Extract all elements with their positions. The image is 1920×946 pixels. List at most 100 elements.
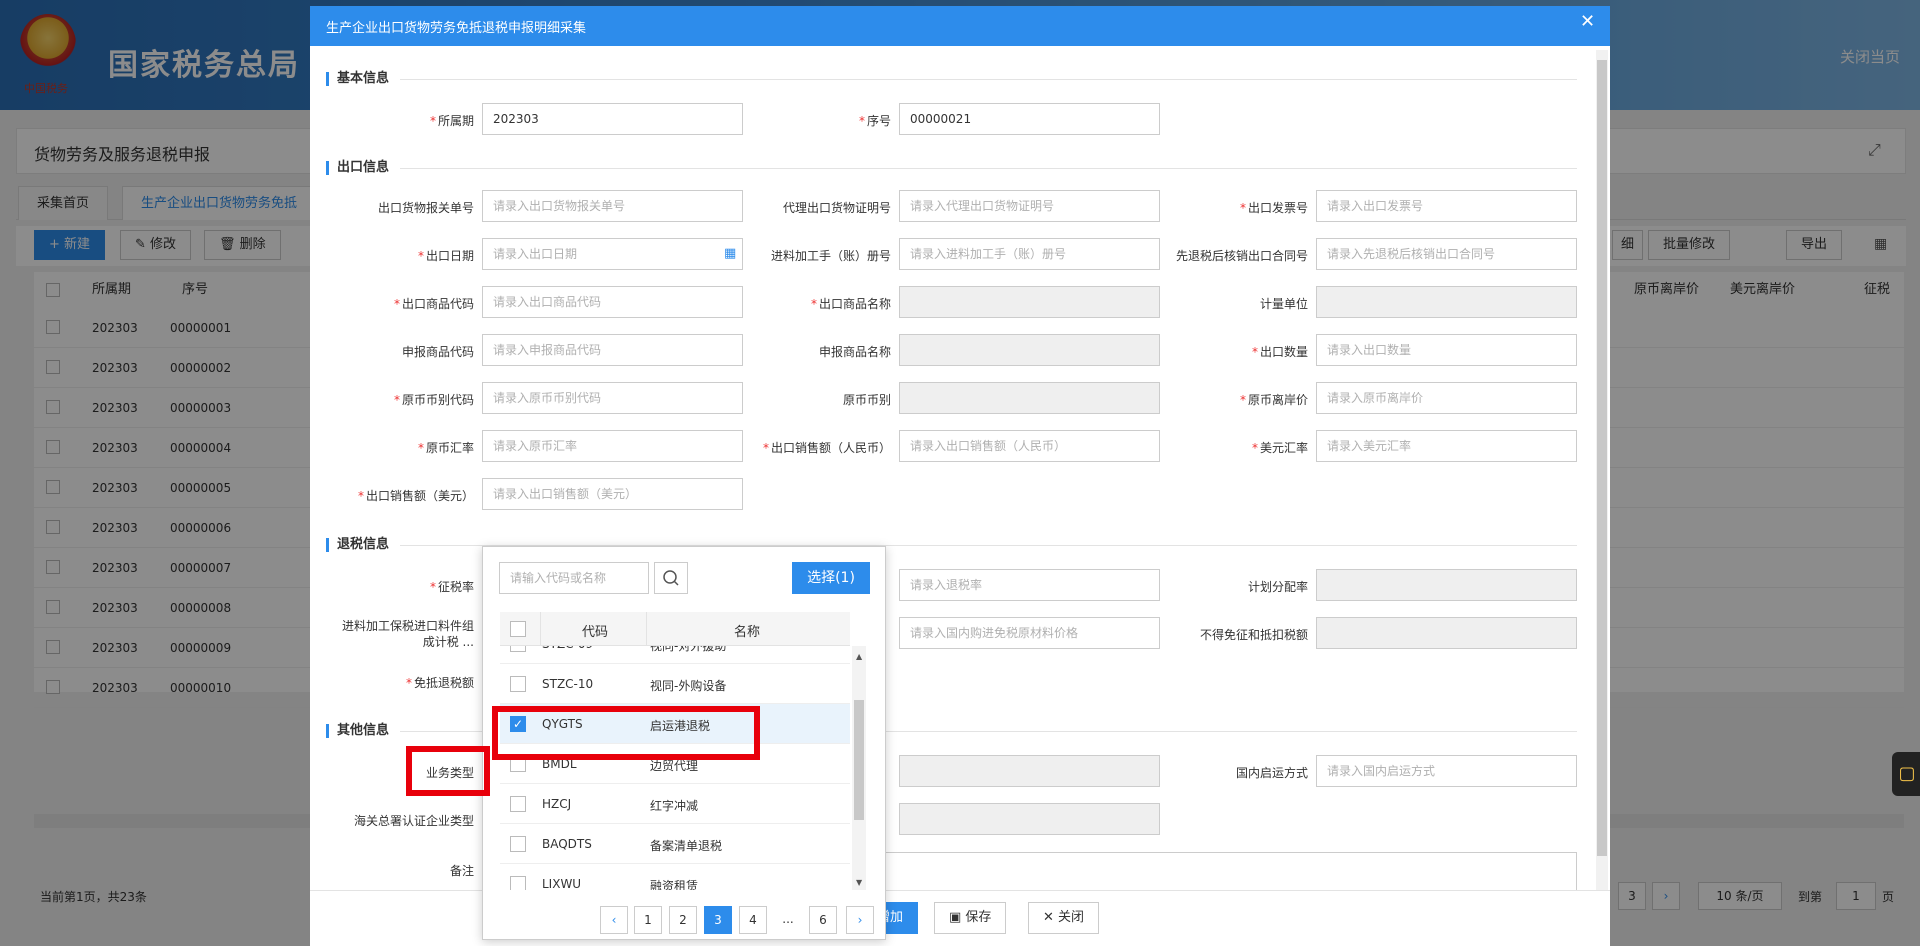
page-button[interactable]: 1 bbox=[634, 906, 662, 934]
dropdown-scroll-thumb[interactable] bbox=[854, 700, 864, 820]
scroll-down-icon[interactable]: ▼ bbox=[856, 878, 862, 887]
field-input[interactable]: 请录入出口商品代码 bbox=[482, 286, 743, 318]
scroll-up-icon[interactable]: ▲ bbox=[856, 652, 862, 661]
dropdown-search-input[interactable]: 请输入代码或名称 bbox=[499, 562, 649, 594]
row-checkbox[interactable] bbox=[510, 676, 526, 692]
refund-rate-input[interactable]: 请录入退税率 bbox=[899, 569, 1160, 601]
field-input bbox=[899, 286, 1160, 318]
field-input[interactable]: 请录入出口货物报关单号 bbox=[482, 190, 743, 222]
col-code: 代码 bbox=[582, 625, 609, 640]
dropdown-row[interactable]: STZC-10 视同-外购设备 bbox=[500, 664, 850, 704]
domestic-ship-label: 国内启运方式 bbox=[1235, 766, 1308, 780]
dropdown-row[interactable]: BAQDTS 备案清单退税 bbox=[500, 824, 850, 864]
divider bbox=[400, 168, 1577, 169]
field-input[interactable]: 请录入原币离岸价 bbox=[1316, 382, 1577, 414]
search-icon bbox=[663, 570, 679, 586]
field-label: * 出口发票号 bbox=[1239, 201, 1308, 215]
highlight-box-selected-row bbox=[492, 706, 760, 760]
seq-input[interactable]: 00000021 bbox=[899, 103, 1160, 135]
field-label: 代理出口货物证明号 bbox=[782, 201, 891, 215]
nondeduct-label: 不得免征和抵扣税额 bbox=[1199, 628, 1308, 642]
row-name: 备案清单退税 bbox=[650, 839, 723, 853]
exempt-label: * 免抵退税额 bbox=[405, 676, 474, 690]
field-label: * 出口销售额（人民币） bbox=[762, 441, 891, 455]
select-confirm-button[interactable]: 选择(1) bbox=[792, 562, 870, 594]
page-ellipsis: ... bbox=[782, 912, 794, 926]
field-label: 原币币别 bbox=[842, 393, 891, 407]
field-input bbox=[899, 382, 1160, 414]
highlight-box-biz-type bbox=[406, 746, 490, 796]
domestic-ship-input[interactable]: 请录入国内启运方式 bbox=[1316, 755, 1577, 787]
nondeduct-input bbox=[1316, 617, 1577, 649]
field-label: * 原币离岸价 bbox=[1239, 393, 1308, 407]
row-code: HZCJ bbox=[542, 797, 572, 811]
field-input[interactable]: 请录入原币汇率 bbox=[482, 430, 743, 462]
field-label: * 原币币别代码 bbox=[393, 393, 474, 407]
prev-page-button[interactable]: ‹ bbox=[600, 906, 628, 934]
field-label: 进料加工手（账）册号 bbox=[770, 249, 891, 263]
row-name: 视同-外购设备 bbox=[650, 679, 727, 693]
dropdown-row[interactable]: STZC-09 视同-对外援助 bbox=[500, 646, 850, 664]
field-label: * 出口销售额（美元） bbox=[357, 489, 474, 503]
field-input[interactable]: 请录入出口销售额（美元） bbox=[482, 478, 743, 510]
dropdown-table-header bbox=[500, 612, 850, 646]
field-label: 出口货物报关单号 bbox=[377, 201, 474, 215]
save-icon: ▣ bbox=[949, 910, 966, 925]
page-button[interactable]: 6 bbox=[809, 906, 837, 934]
bonded-label: 进料加工保税进口料件组 成计税 ... bbox=[341, 619, 474, 649]
section-other: 其他信息 bbox=[326, 724, 389, 738]
field-input[interactable]: 请录入代理出口货物证明号 bbox=[899, 190, 1160, 222]
plan-rate-label: 计划分配率 bbox=[1247, 580, 1308, 594]
customs-type-label: 海关总署认证企业类型 bbox=[353, 814, 474, 828]
row-name: 融资租赁 bbox=[650, 879, 699, 890]
dropdown-row[interactable]: LIXWU 融资租赁 bbox=[500, 864, 850, 890]
domestic-price-input[interactable]: 请录入国内购进免税原材料价格 bbox=[899, 617, 1160, 649]
page-button[interactable]: 3 bbox=[704, 906, 732, 934]
field-input[interactable]: 请录入出口发票号 bbox=[1316, 190, 1577, 222]
row-checkbox[interactable] bbox=[510, 876, 526, 890]
field-input[interactable]: 请录入原币币别代码 bbox=[482, 382, 743, 414]
field-input[interactable]: 请录入申报商品代码 bbox=[482, 334, 743, 366]
field-label: * 原币汇率 bbox=[417, 441, 474, 455]
search-button[interactable] bbox=[654, 562, 688, 594]
seq-label: * 序号 bbox=[858, 114, 891, 128]
field-input bbox=[899, 334, 1160, 366]
row-code: LIXWU bbox=[542, 877, 582, 890]
divider bbox=[400, 79, 1577, 80]
dialog-title: 生产企业出口货物劳务免抵退税申报明细采集 bbox=[326, 21, 587, 36]
field-label: * 出口数量 bbox=[1251, 345, 1308, 359]
field-input[interactable]: 请录入美元汇率 bbox=[1316, 430, 1577, 462]
calendar-icon[interactable]: ▦ bbox=[724, 246, 736, 261]
customs-type-input bbox=[899, 803, 1160, 835]
row-checkbox[interactable] bbox=[510, 796, 526, 812]
select-all-checkbox[interactable] bbox=[510, 621, 526, 637]
row-code: BAQDTS bbox=[542, 837, 592, 851]
remark-label: 备注 bbox=[449, 864, 474, 878]
row-code: STZC-10 bbox=[542, 677, 594, 691]
row-name: 视同-对外援助 bbox=[650, 646, 727, 653]
field-input[interactable]: 请录入出口日期 bbox=[482, 238, 743, 270]
dropdown-row[interactable]: HZCJ 红字冲减 bbox=[500, 784, 850, 824]
side-float-icon[interactable]: ▢ bbox=[1892, 752, 1920, 796]
field-input[interactable]: 请录入进料加工手（账）册号 bbox=[899, 238, 1160, 270]
close-icon[interactable]: ✕ bbox=[1580, 13, 1595, 31]
period-input[interactable]: 202303 bbox=[482, 103, 743, 135]
page-button[interactable]: 4 bbox=[739, 906, 767, 934]
row-code: STZC-09 bbox=[542, 646, 593, 651]
field-input[interactable]: 请录入先退税后核销出口合同号 bbox=[1316, 238, 1577, 270]
save-button[interactable]: ▣ 保存 bbox=[934, 902, 1007, 934]
dialog-scroll-thumb[interactable] bbox=[1597, 60, 1607, 856]
close-icon: ✕ bbox=[1043, 910, 1059, 925]
field-input[interactable]: 请录入出口数量 bbox=[1316, 334, 1577, 366]
close-button[interactable]: ✕ 关闭 bbox=[1028, 902, 1100, 934]
field-label: * 美元汇率 bbox=[1251, 441, 1308, 455]
next-page-button[interactable]: › bbox=[846, 906, 874, 934]
section-basic: 基本信息 bbox=[326, 72, 389, 86]
field-input[interactable]: 请录入出口销售额（人民币） bbox=[899, 430, 1160, 462]
plan-rate-input bbox=[1316, 569, 1577, 601]
row-checkbox[interactable] bbox=[510, 646, 526, 652]
row-checkbox[interactable] bbox=[510, 836, 526, 852]
divider bbox=[540, 612, 541, 646]
page-button[interactable]: 2 bbox=[669, 906, 697, 934]
field-label: 计量单位 bbox=[1259, 297, 1308, 311]
